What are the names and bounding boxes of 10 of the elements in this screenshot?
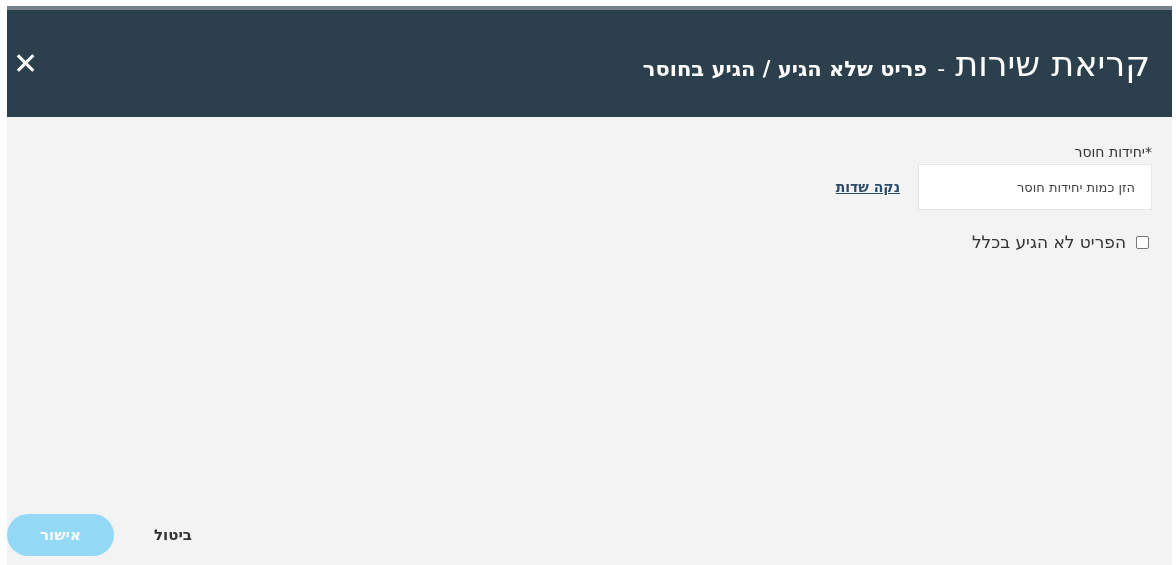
field-label: *יחידות חוסר xyxy=(1073,144,1152,160)
quantity-input-field[interactable]: הזן כמות יחידות חוסר xyxy=(918,164,1152,210)
checkbox-label: הפריט לא הגיע בכלל xyxy=(971,232,1126,252)
checkbox[interactable] xyxy=(1136,235,1149,249)
dialog-subtitle: פריט שלא הגיע / הגיע בחוסר xyxy=(642,56,928,81)
dialog-title: קריאת שירות xyxy=(955,43,1150,84)
cancel-button[interactable]: ביטול xyxy=(152,526,194,544)
clear-fields-link[interactable]: נקה שדות xyxy=(835,179,900,195)
title-separator: - xyxy=(937,55,946,81)
close-button[interactable]: ✕ xyxy=(13,48,39,79)
